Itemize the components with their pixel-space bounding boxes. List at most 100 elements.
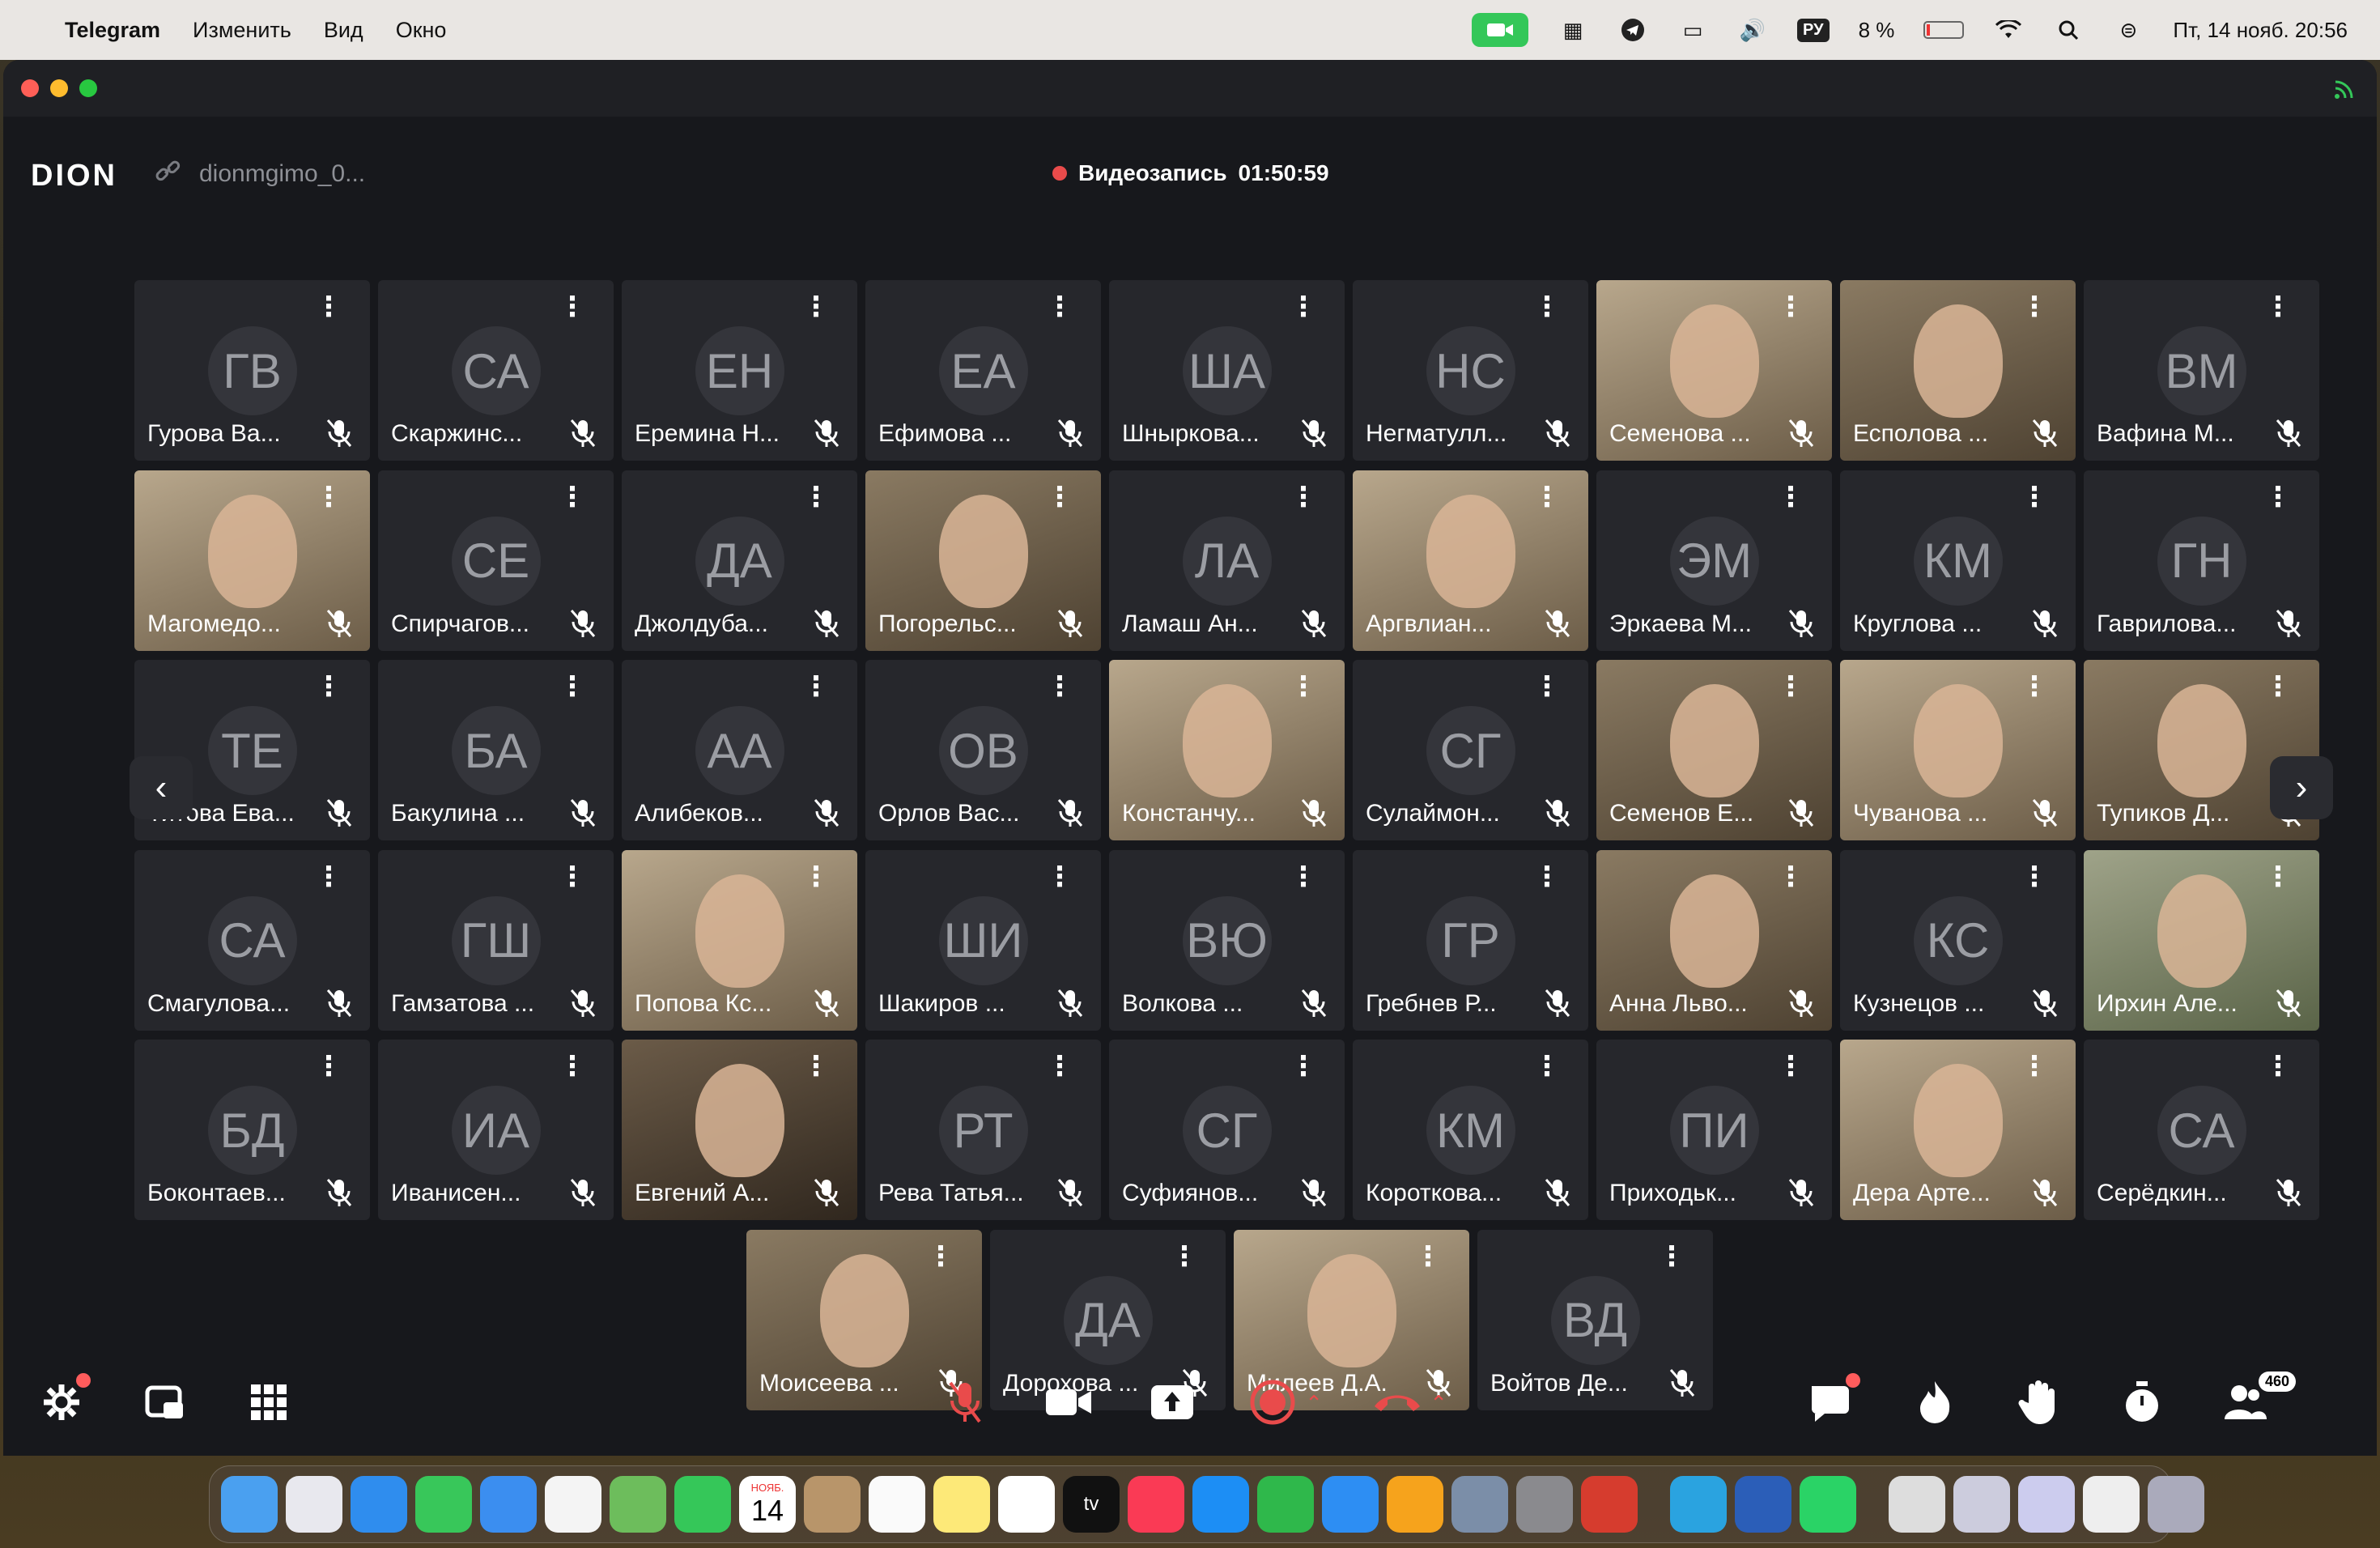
participant-tile[interactable]: СГ ⋮ Суфиянов... [1109, 1040, 1345, 1220]
participant-tile[interactable]: СА ⋮ Серёдкин... [2084, 1040, 2319, 1220]
participant-menu-icon[interactable]: ⋮ [315, 673, 342, 700]
participant-tile[interactable]: СА ⋮ Скаржинс... [378, 280, 614, 461]
participant-tile[interactable]: КМ ⋮ Круглова ... [1840, 470, 2076, 651]
participant-tile[interactable]: ЛА ⋮ Ламаш Ан... [1109, 470, 1345, 651]
dock-maps-icon[interactable] [610, 1476, 666, 1533]
participant-tile[interactable]: ГН ⋮ Гаврилова... [2084, 470, 2319, 651]
zoom-window-button[interactable] [79, 79, 97, 97]
participant-tile[interactable]: ВЮ ⋮ Волкова ... [1109, 849, 1345, 1031]
menu-view[interactable]: Вид [324, 18, 363, 43]
participant-tile[interactable]: НС ⋮ Негматулл... [1353, 280, 1588, 461]
battery-icon[interactable] [1923, 21, 1965, 39]
participant-tile[interactable]: ⋮ Есполова ... [1840, 280, 2076, 461]
participant-tile[interactable]: АА ⋮ Алибеков... [622, 660, 857, 840]
participant-tile[interactable]: ЭМ ⋮ Эркаева М... [1596, 470, 1832, 651]
participant-menu-icon[interactable]: ⋮ [1777, 863, 1804, 891]
participant-tile[interactable]: ⋮ Семенова ... [1596, 280, 1832, 461]
participant-tile[interactable]: ЕА ⋮ Ефимова ... [865, 280, 1101, 461]
participant-tile[interactable]: ДА ⋮ Джолдуба... [622, 470, 857, 651]
prev-page-button[interactable]: ‹ [130, 756, 193, 819]
dock-system-settings-icon[interactable] [1516, 1476, 1573, 1533]
participant-menu-icon[interactable]: ⋮ [2021, 673, 2048, 700]
participant-menu-icon[interactable]: ⋮ [1290, 673, 1317, 700]
connection-signal-icon[interactable] [2333, 78, 2356, 106]
dock-photos-icon[interactable] [545, 1476, 601, 1533]
display-icon[interactable]: ▭ [1677, 16, 1708, 44]
participant-tile[interactable]: РТ ⋮ Рева Татья... [865, 1040, 1101, 1220]
participant-menu-icon[interactable]: ⋮ [1533, 293, 1561, 321]
participant-tile[interactable]: ⋮ Чуванова ... [1840, 660, 2076, 840]
dock-pages-icon[interactable] [1387, 1476, 1443, 1533]
dock-facetime-icon[interactable] [674, 1476, 731, 1533]
settings-button[interactable] [36, 1373, 91, 1428]
participant-menu-icon[interactable]: ⋮ [315, 863, 342, 891]
dock-freeform-icon[interactable] [998, 1476, 1055, 1533]
participant-menu-icon[interactable]: ⋮ [2264, 483, 2292, 511]
menu-window[interactable]: Окно [396, 18, 447, 43]
participant-menu-icon[interactable]: ⋮ [1171, 1243, 1198, 1270]
dock-document-icon[interactable] [1889, 1476, 1945, 1533]
dock-keynote-icon[interactable] [1322, 1476, 1379, 1533]
participant-menu-icon[interactable]: ⋮ [1533, 673, 1561, 700]
participant-menu-icon[interactable]: ⋮ [2021, 293, 2048, 321]
participant-tile[interactable]: ⋮ Констанчу... [1109, 660, 1345, 840]
record-button[interactable]: ⌃ [1247, 1376, 1323, 1428]
participant-menu-icon[interactable]: ⋮ [1046, 483, 1073, 511]
link-icon[interactable] [154, 157, 181, 192]
participant-menu-icon[interactable]: ⋮ [559, 483, 586, 511]
dock-numbers-icon[interactable] [1257, 1476, 1314, 1533]
participant-menu-icon[interactable]: ⋮ [1533, 483, 1561, 511]
participant-menu-icon[interactable]: ⋮ [1658, 1243, 1685, 1270]
dock-notes-icon[interactable] [933, 1476, 990, 1533]
participant-menu-icon[interactable]: ⋮ [2264, 673, 2292, 700]
participant-menu-icon[interactable]: ⋮ [315, 293, 342, 321]
participant-menu-icon[interactable]: ⋮ [802, 293, 830, 321]
participant-tile[interactable]: ⋮ Семенов Е... [1596, 660, 1832, 840]
participant-tile[interactable]: ОВ ⋮ Орлов Вас... [865, 660, 1101, 840]
dock-tv-icon[interactable]: tv [1063, 1476, 1120, 1533]
participant-tile[interactable]: БА ⋮ Бакулина ... [378, 660, 614, 840]
participant-menu-icon[interactable]: ⋮ [1414, 1243, 1442, 1270]
participant-menu-icon[interactable]: ⋮ [1290, 293, 1317, 321]
participant-menu-icon[interactable]: ⋮ [1046, 1053, 1073, 1080]
participant-tile[interactable]: ГВ ⋮ Гурова Ва... [134, 280, 370, 461]
participant-menu-icon[interactable]: ⋮ [802, 673, 830, 700]
participant-tile[interactable]: СЕ ⋮ Спирчагов... [378, 470, 614, 651]
dock-word-icon[interactable] [1735, 1476, 1791, 1533]
participant-menu-icon[interactable]: ⋮ [1290, 1053, 1317, 1080]
meeting-link[interactable]: dionmgimo_0... [199, 160, 365, 188]
participant-menu-icon[interactable]: ⋮ [1533, 863, 1561, 891]
dock-music-icon[interactable] [1128, 1476, 1184, 1533]
participant-tile[interactable]: ⋮ Аргвлиан... [1353, 470, 1588, 651]
participant-tile[interactable]: ГР ⋮ Гребнев Р... [1353, 849, 1588, 1031]
participant-tile[interactable]: ВМ ⋮ Вафина М... [2084, 280, 2319, 461]
dock-trash-icon[interactable] [2148, 1476, 2204, 1533]
volume-icon[interactable]: 🔊 [1737, 16, 1768, 44]
participant-menu-icon[interactable]: ⋮ [2021, 483, 2048, 511]
dock-powerpoint-icon[interactable] [1581, 1476, 1638, 1533]
dock-document-icon[interactable] [2083, 1476, 2140, 1533]
dock-document-icon[interactable] [1953, 1476, 2010, 1533]
dock-finder-icon[interactable] [221, 1476, 278, 1533]
participant-tile[interactable]: ГШ ⋮ Гамзатова ... [378, 849, 614, 1031]
participant-menu-icon[interactable]: ⋮ [559, 673, 586, 700]
participant-tile[interactable]: ⋮ Анна Льво... [1596, 849, 1832, 1031]
hangup-options-chevron-icon[interactable]: ⌃ [1430, 1391, 1447, 1416]
participant-menu-icon[interactable]: ⋮ [2021, 1053, 2048, 1080]
dock-reminders-icon[interactable] [869, 1476, 925, 1533]
participant-menu-icon[interactable]: ⋮ [1046, 673, 1073, 700]
participant-tile[interactable]: СГ ⋮ Сулаймон... [1353, 660, 1588, 840]
participant-tile[interactable]: БД ⋮ Боконтаев... [134, 1040, 370, 1220]
participant-tile[interactable]: ⋮ Дера Арте... [1840, 1040, 2076, 1220]
menubar-clock[interactable]: Пт, 14 нояб. 20:56 [2173, 18, 2348, 43]
dock-preview-icon[interactable] [1451, 1476, 1508, 1533]
participant-menu-icon[interactable]: ⋮ [1046, 863, 1073, 891]
participant-menu-icon[interactable]: ⋮ [1777, 293, 1804, 321]
participant-menu-icon[interactable]: ⋮ [2264, 1053, 2292, 1080]
reactions-button[interactable] [1909, 1376, 1961, 1428]
dock-appstore-icon[interactable] [1192, 1476, 1249, 1533]
control-center-icon[interactable]: ⊜ [2113, 16, 2144, 44]
participant-tile[interactable]: ⋮ Магомедо... [134, 470, 370, 651]
participant-menu-icon[interactable]: ⋮ [1777, 673, 1804, 700]
participant-tile[interactable]: ПИ ⋮ Приходьк... [1596, 1040, 1832, 1220]
